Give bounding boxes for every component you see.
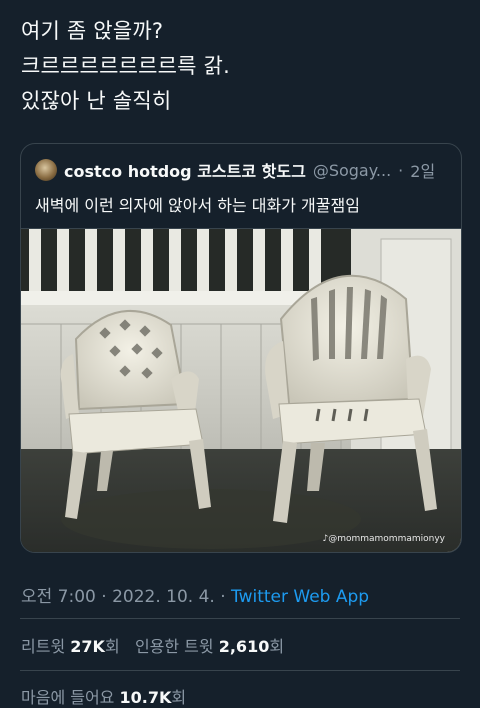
divider: [20, 618, 460, 619]
likes-label: 마음에 들어요: [21, 688, 115, 707]
tweet-line-3: 있잖아 난 솔직히: [21, 89, 172, 113]
retweets-unit: 회: [104, 637, 120, 656]
quoted-tweet[interactable]: costco hotdog 코스트코 핫도그 @Sogay... · 2일 새벽…: [20, 143, 462, 553]
likes-count: 10.7K: [119, 688, 172, 707]
tweet-text: 여기 좀 앉을까? 크르르르르르르르륵 갉. 있잖아 난 솔직히: [21, 14, 461, 119]
tweet-line-2: 크르르르르르르르륵 갉.: [21, 54, 230, 78]
source-app-link[interactable]: Twitter Web App: [231, 587, 369, 607]
photo-watermark: ♪@mommamommamionyy: [322, 534, 445, 544]
tweet-date[interactable]: 2022. 10. 4.: [112, 587, 215, 607]
meta-separator: ·: [214, 587, 232, 607]
quoted-tweet-text: 새벽에 이런 의자에 앉아서 하는 대화가 개꿀잼임: [35, 196, 360, 215]
avatar[interactable]: [35, 159, 57, 181]
tweet-line-1: 여기 좀 앉을까?: [21, 19, 164, 43]
quote-tweets-count: 2,610: [218, 637, 270, 656]
retweets-label: 리트윗: [21, 637, 66, 656]
separator-dot: ·: [398, 160, 404, 180]
quote-tweets-stat[interactable]: 인용한 트윗 2,610회: [135, 637, 284, 656]
quote-tweets-label: 인용한 트윗: [134, 637, 214, 656]
photo-two-white-chairs: [21, 229, 461, 552]
quoted-tweet-header: costco hotdog 코스트코 핫도그 @Sogay... · 2일: [35, 158, 435, 182]
tweet-time[interactable]: 오전 7:00: [21, 587, 96, 607]
likes-stat[interactable]: 마음에 들어요 10.7K회: [21, 684, 186, 708]
tweet-metadata: 오전 7:00 · 2022. 10. 4. · Twitter Web App: [21, 582, 369, 607]
likes-unit: 회: [171, 688, 187, 707]
quote-tweets-unit: 회: [269, 637, 285, 656]
quoted-handle[interactable]: @Sogay...: [313, 161, 391, 180]
quoted-timestamp[interactable]: 2일: [410, 158, 435, 182]
retweets-stat[interactable]: 리트윗 27K회: [21, 637, 120, 656]
meta-separator: ·: [95, 587, 113, 607]
retweets-count: 27K: [70, 637, 105, 656]
quoted-display-name[interactable]: costco hotdog 코스트코 핫도그: [64, 158, 306, 182]
divider: [20, 670, 460, 671]
engagement-stats: 리트윗 27K회 인용한 트윗 2,610회: [21, 633, 284, 657]
quoted-tweet-photo[interactable]: ♪@mommamommamionyy: [21, 228, 461, 552]
